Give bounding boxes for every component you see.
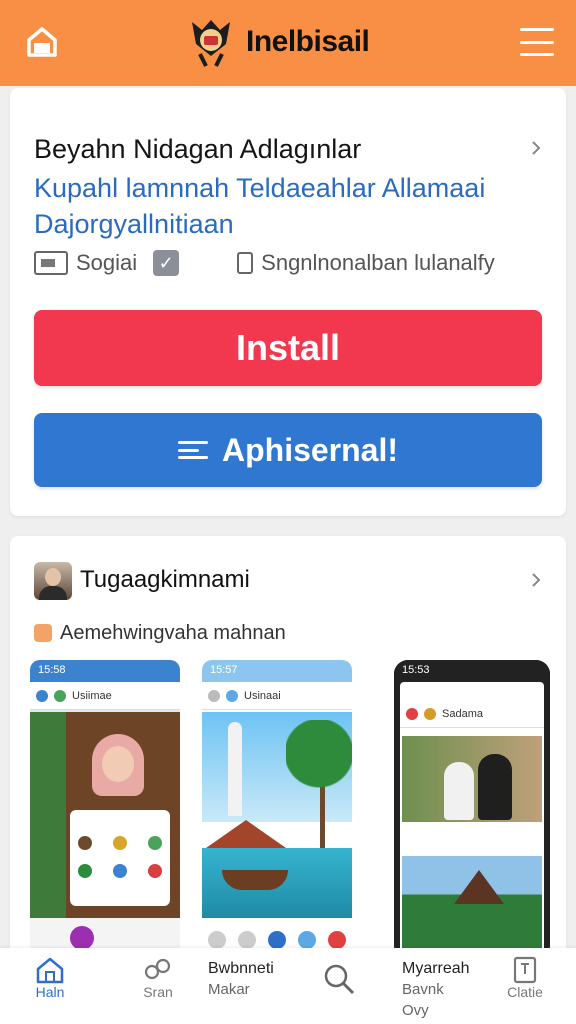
tower-image [228,722,242,816]
app-bar: Sadama [400,700,544,728]
app-card: Beyahn Nidagan Adlagınlar Kupahl lamnnah… [10,88,566,516]
list-icon [177,441,208,459]
app-bar: Usiimae [30,682,180,710]
app-label: Usinaai [244,689,281,702]
nav-text-1-line1: Bwbnneti [208,960,274,977]
checkbox[interactable]: ✓ [153,250,180,276]
nav-text-2-line1: Myarreah [402,960,470,977]
screenshot-thumbnail[interactable]: 15:57 Usinaai [202,660,352,956]
nav-list-label: Clatie [507,984,543,1000]
status-time: 15:57 [202,660,352,682]
photo-image [402,856,542,952]
menu-icon-line [520,28,554,31]
lock-icon [237,252,254,274]
brand-title: Inelbisail [246,25,370,58]
fab-button[interactable] [70,926,94,950]
meta-right-label: Sngnlnonalban lulanalfy [261,250,495,275]
app-bar: Usinaai [202,682,352,710]
secondary-button-label: Aphisernal! [221,431,399,468]
screenshot-thumbnail[interactable]: 15:53 Sadama [394,660,550,956]
status-time: 15:58 [30,660,180,682]
nav-search[interactable] [322,962,356,996]
app-label: Usiimae [72,689,112,702]
person-image [444,762,474,820]
nav-home[interactable]: Haln [30,956,70,1000]
avatar[interactable] [34,562,72,600]
top-header: Inelbisail [0,0,576,86]
meta-left-label: Sogiai [76,250,138,275]
app-title: Beyahn Nidagan Adlagınlar [34,134,362,164]
nav-list[interactable]: Clatie [500,956,550,1000]
person-image [478,754,512,820]
feed-note: Aemehwingvaha mahnan [60,622,286,644]
meta-row: Sogiai ✓ Sngnlnonalban lulanalfy [34,248,554,278]
brand: Inelbisail [186,14,370,70]
nav-text-2[interactable]: Myarreah Bavnk Ovy [402,958,470,1021]
home-button[interactable] [24,22,60,62]
home-icon [27,27,57,57]
nav-start-label: Sran [143,984,173,1000]
app-subtitle: Kupahl lamnnah Teldaeahlar Allamaai Dajo… [34,173,486,239]
note-icon [34,624,52,642]
screenshot-thumbnail[interactable]: 15:58 Usiimae [30,660,180,956]
info-panel [70,810,170,906]
menu-icon-line [520,40,554,44]
home-icon [36,957,64,984]
logo-emblem-icon [192,20,230,67]
boat-image [222,870,288,890]
roof-image [206,820,286,848]
document-icon [513,956,537,984]
nav-text-1[interactable]: Bwbnneti Makar [208,958,274,1000]
search-icon [324,964,355,995]
chevron-right-icon[interactable] [528,572,544,588]
nav-text-2-line2: Bavnk [402,981,444,998]
secondary-button[interactable]: Aphisernal! [34,413,542,487]
bottom-nav: Haln Sran Bwbnneti Makar Myarreah Bavnk … [0,948,576,1024]
install-button[interactable]: Install [34,310,542,386]
menu-icon-line [520,53,554,56]
feed-title: Tugaagkimnami [80,566,250,593]
nav-text-2-line3: Ovy [402,1002,429,1019]
nav-home-label: Haln [35,984,65,1000]
link-icon [144,958,171,980]
menu-button[interactable] [520,28,554,56]
status-time: 15:53 [394,660,550,682]
nav-text-1-line2: Makar [208,981,250,998]
feed-card: Tugaagkimnami Aemehwingvaha mahnan 15:58… [10,536,566,956]
chevron-right-icon[interactable] [528,140,544,156]
device-icon [34,251,68,275]
app-label: Sadama [442,707,483,720]
nav-start[interactable]: Sran [138,956,178,1000]
palm-image [286,720,352,830]
